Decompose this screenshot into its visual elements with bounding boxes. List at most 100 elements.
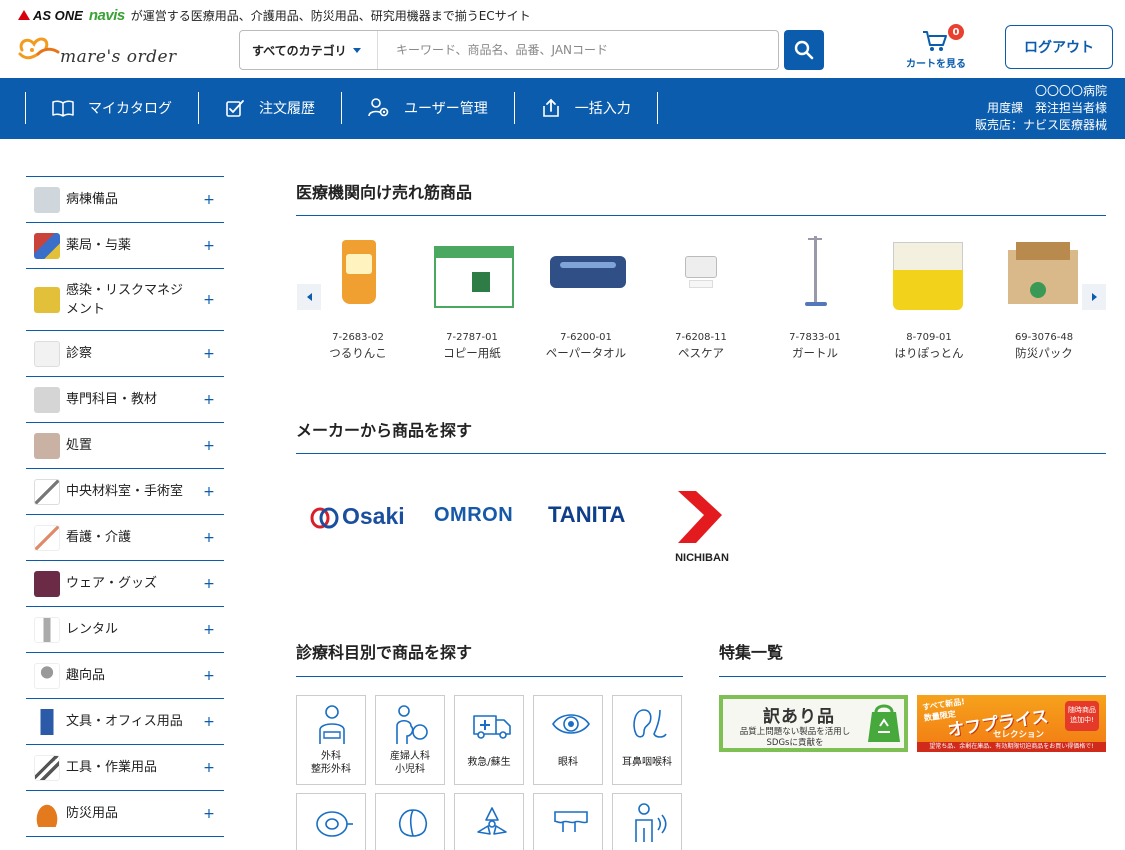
product-card[interactable]: 7-6200-01 ペーパータオル xyxy=(530,232,642,361)
logout-button[interactable]: ログアウト xyxy=(1005,25,1113,69)
outlet-subtitle: 品質上問題ない製品を活用し SDGsに貢献を xyxy=(739,727,851,748)
sidebar-item-pharmacy[interactable]: 薬局・与薬 + xyxy=(26,223,224,269)
sidebar-item-rental[interactable]: レンタル + xyxy=(26,607,224,653)
off-price-note: 望常ち品、余剰在庫品、有効期限切迫商品をお買い得価格で! xyxy=(917,742,1106,752)
sidebar-item-wear-goods[interactable]: ウェア・グッズ + xyxy=(26,561,224,607)
departments-heading: 診療科目別で商品を探す xyxy=(296,643,473,662)
product-card[interactable]: 7-6208-11 ペスケア xyxy=(645,232,757,361)
nav-user-management[interactable]: ユーザー管理 xyxy=(342,92,515,124)
cart-icon xyxy=(923,31,947,51)
mother-child-icon xyxy=(396,705,428,744)
makers-rule xyxy=(296,453,1106,454)
search-icon xyxy=(794,40,814,60)
dept-obgyn-pediatrics[interactable]: 産婦人科 小児科 xyxy=(375,695,445,785)
dept-tile-hearing[interactable] xyxy=(612,793,682,850)
nav-bulk-input[interactable]: 一括入力 xyxy=(515,92,658,124)
expand-plus-icon[interactable]: + xyxy=(202,713,216,731)
expand-plus-icon[interactable]: + xyxy=(202,483,216,501)
expand-plus-icon[interactable]: + xyxy=(202,805,216,823)
product-card[interactable]: 7-2683-02 つるりんこ xyxy=(302,232,414,361)
dept-tile-tape[interactable] xyxy=(296,793,366,850)
peach-icon xyxy=(398,809,428,837)
sidebar-item-infection-risk[interactable]: 感染・リスクマネジメント + xyxy=(26,269,224,331)
sidebar-item-label: ウェア・グッズ xyxy=(66,576,158,591)
dept-label: 救急/蘇生 xyxy=(467,757,511,768)
maker-nichiban-logo[interactable]: NICHIBAN xyxy=(667,487,737,569)
expand-plus-icon[interactable]: + xyxy=(202,391,216,409)
dept-ophthalmology[interactable]: 眼科 xyxy=(533,695,603,785)
nav-my-catalog-label: マイカタログ xyxy=(88,101,172,117)
expand-plus-icon[interactable]: + xyxy=(202,621,216,639)
cart-button[interactable]: 0 カートを見る xyxy=(900,24,972,70)
tooth-icon xyxy=(554,811,588,832)
sidebar-item-treatment[interactable]: 処置 + xyxy=(26,423,224,469)
maker-osaki-logo[interactable]: Osaki xyxy=(310,502,410,534)
product-card[interactable]: 8-709-01 はりぽっとん xyxy=(873,232,985,361)
rental-thumb xyxy=(34,616,60,643)
off-price-banner[interactable]: すべて新品! 数量限定 オフプライス セレクション 随時商品 追加中! 望常ち品、余… xyxy=(917,695,1106,752)
radiation-icon xyxy=(477,807,507,835)
sidebar-item-disaster-prevention[interactable]: 防災用品 + xyxy=(26,791,224,837)
book-icon xyxy=(52,100,74,117)
sidebar-item-luxury-goods[interactable]: 趣向品 + xyxy=(26,653,224,699)
outlet-items-banner[interactable]: 訳あり品 品質上問題ない製品を活用し SDGsに貢献を xyxy=(719,695,908,752)
maker-tanita-logo[interactable]: TANITA xyxy=(548,502,628,530)
sidebar-item-tools-work[interactable]: 工具・作業用品 + xyxy=(26,745,224,791)
sidebar-item-specialty-materials[interactable]: 専門科目・教材 + xyxy=(26,377,224,423)
expand-plus-icon[interactable]: + xyxy=(202,291,216,309)
nichiban-mark-icon xyxy=(678,491,722,543)
dept-emergency[interactable]: 救急/蘇生 xyxy=(454,695,524,785)
cart-count-badge: 0 xyxy=(948,24,964,40)
sidebar-item-label: レンタル xyxy=(66,622,119,637)
category-select[interactable]: すべてのカテゴリ xyxy=(240,31,378,69)
dept-tile-dental[interactable] xyxy=(533,793,603,850)
mares-order-logo[interactable]: mare's order xyxy=(16,34,176,68)
product-card[interactable]: 7-7833-01 ガートル xyxy=(759,232,871,361)
dept-label: 産婦人科 小児科 xyxy=(390,751,430,775)
product-card[interactable]: 69-3076-48 防災パック xyxy=(988,232,1100,361)
product-card[interactable]: 7-2787-01 コピー用紙 xyxy=(416,232,528,361)
dept-tile-radiation[interactable] xyxy=(454,793,524,850)
ear-nose-icon xyxy=(633,709,667,738)
sidebar-item-examination[interactable]: 診察 + xyxy=(26,331,224,377)
expand-plus-icon[interactable]: + xyxy=(202,529,216,547)
nav-user-management-label: ユーザー管理 xyxy=(404,101,488,117)
sidebar-item-nursing-care[interactable]: 看護・介護 + xyxy=(26,515,224,561)
expand-plus-icon[interactable]: + xyxy=(202,237,216,255)
expand-plus-icon[interactable]: + xyxy=(202,437,216,455)
nursing-care-thumb xyxy=(34,524,60,551)
maker-osaki-name: Osaki xyxy=(342,503,405,529)
examination-thumb xyxy=(34,340,60,367)
sidebar-item-stationery-office[interactable]: 文具・オフィス用品 + xyxy=(26,699,224,745)
product-code: 69-3076-48 xyxy=(1014,332,1074,343)
expand-plus-icon[interactable]: + xyxy=(202,575,216,593)
off-price-subtitle: セレクション xyxy=(993,730,1045,740)
dept-tile-peach[interactable] xyxy=(375,793,445,850)
expand-plus-icon[interactable]: + xyxy=(202,345,216,363)
product-name: つるりんこ xyxy=(329,346,387,360)
sidebar-item-ward-equipment[interactable]: 病棟備品 + xyxy=(26,177,224,223)
search-button[interactable] xyxy=(784,30,824,70)
main-nav: マイカタログ 注文履歴 ユーザー管理 一括入力 〇〇〇〇病院 用度課 発注担当者… xyxy=(0,78,1125,139)
sidebar-item-label: 診察 xyxy=(66,346,93,361)
product-name: ガートル xyxy=(792,346,838,360)
specialty-materials-thumb xyxy=(34,386,60,413)
tape-roll-icon xyxy=(316,811,353,837)
product-code: 7-2787-01 xyxy=(446,332,498,343)
tagline: が運営する医療用品、介護用品、防災用品、研究用機器まで揃うECサイト xyxy=(130,8,531,23)
expand-plus-icon[interactable]: + xyxy=(202,191,216,209)
brand-name: mare's order xyxy=(60,47,177,67)
nav-order-history[interactable]: 注文履歴 xyxy=(199,92,342,124)
expand-plus-icon[interactable]: + xyxy=(202,667,216,685)
expand-plus-icon[interactable]: + xyxy=(202,759,216,777)
search-input[interactable] xyxy=(378,31,778,69)
search-box: すべてのカテゴリ xyxy=(239,30,779,70)
maker-omron-logo[interactable]: OMRON xyxy=(434,504,514,532)
outlet-title: 訳あり品 xyxy=(763,707,835,727)
nav-my-catalog[interactable]: マイカタログ xyxy=(26,92,199,124)
dept-ent[interactable]: 耳鼻咽喉科 xyxy=(612,695,682,785)
product-image xyxy=(308,232,408,322)
dept-surgery-orthopedics[interactable]: 外科 整形外科 xyxy=(296,695,366,785)
dept-label: 眼科 xyxy=(558,757,578,768)
sidebar-item-central-supply-or[interactable]: 中央材料室・手術室 + xyxy=(26,469,224,515)
